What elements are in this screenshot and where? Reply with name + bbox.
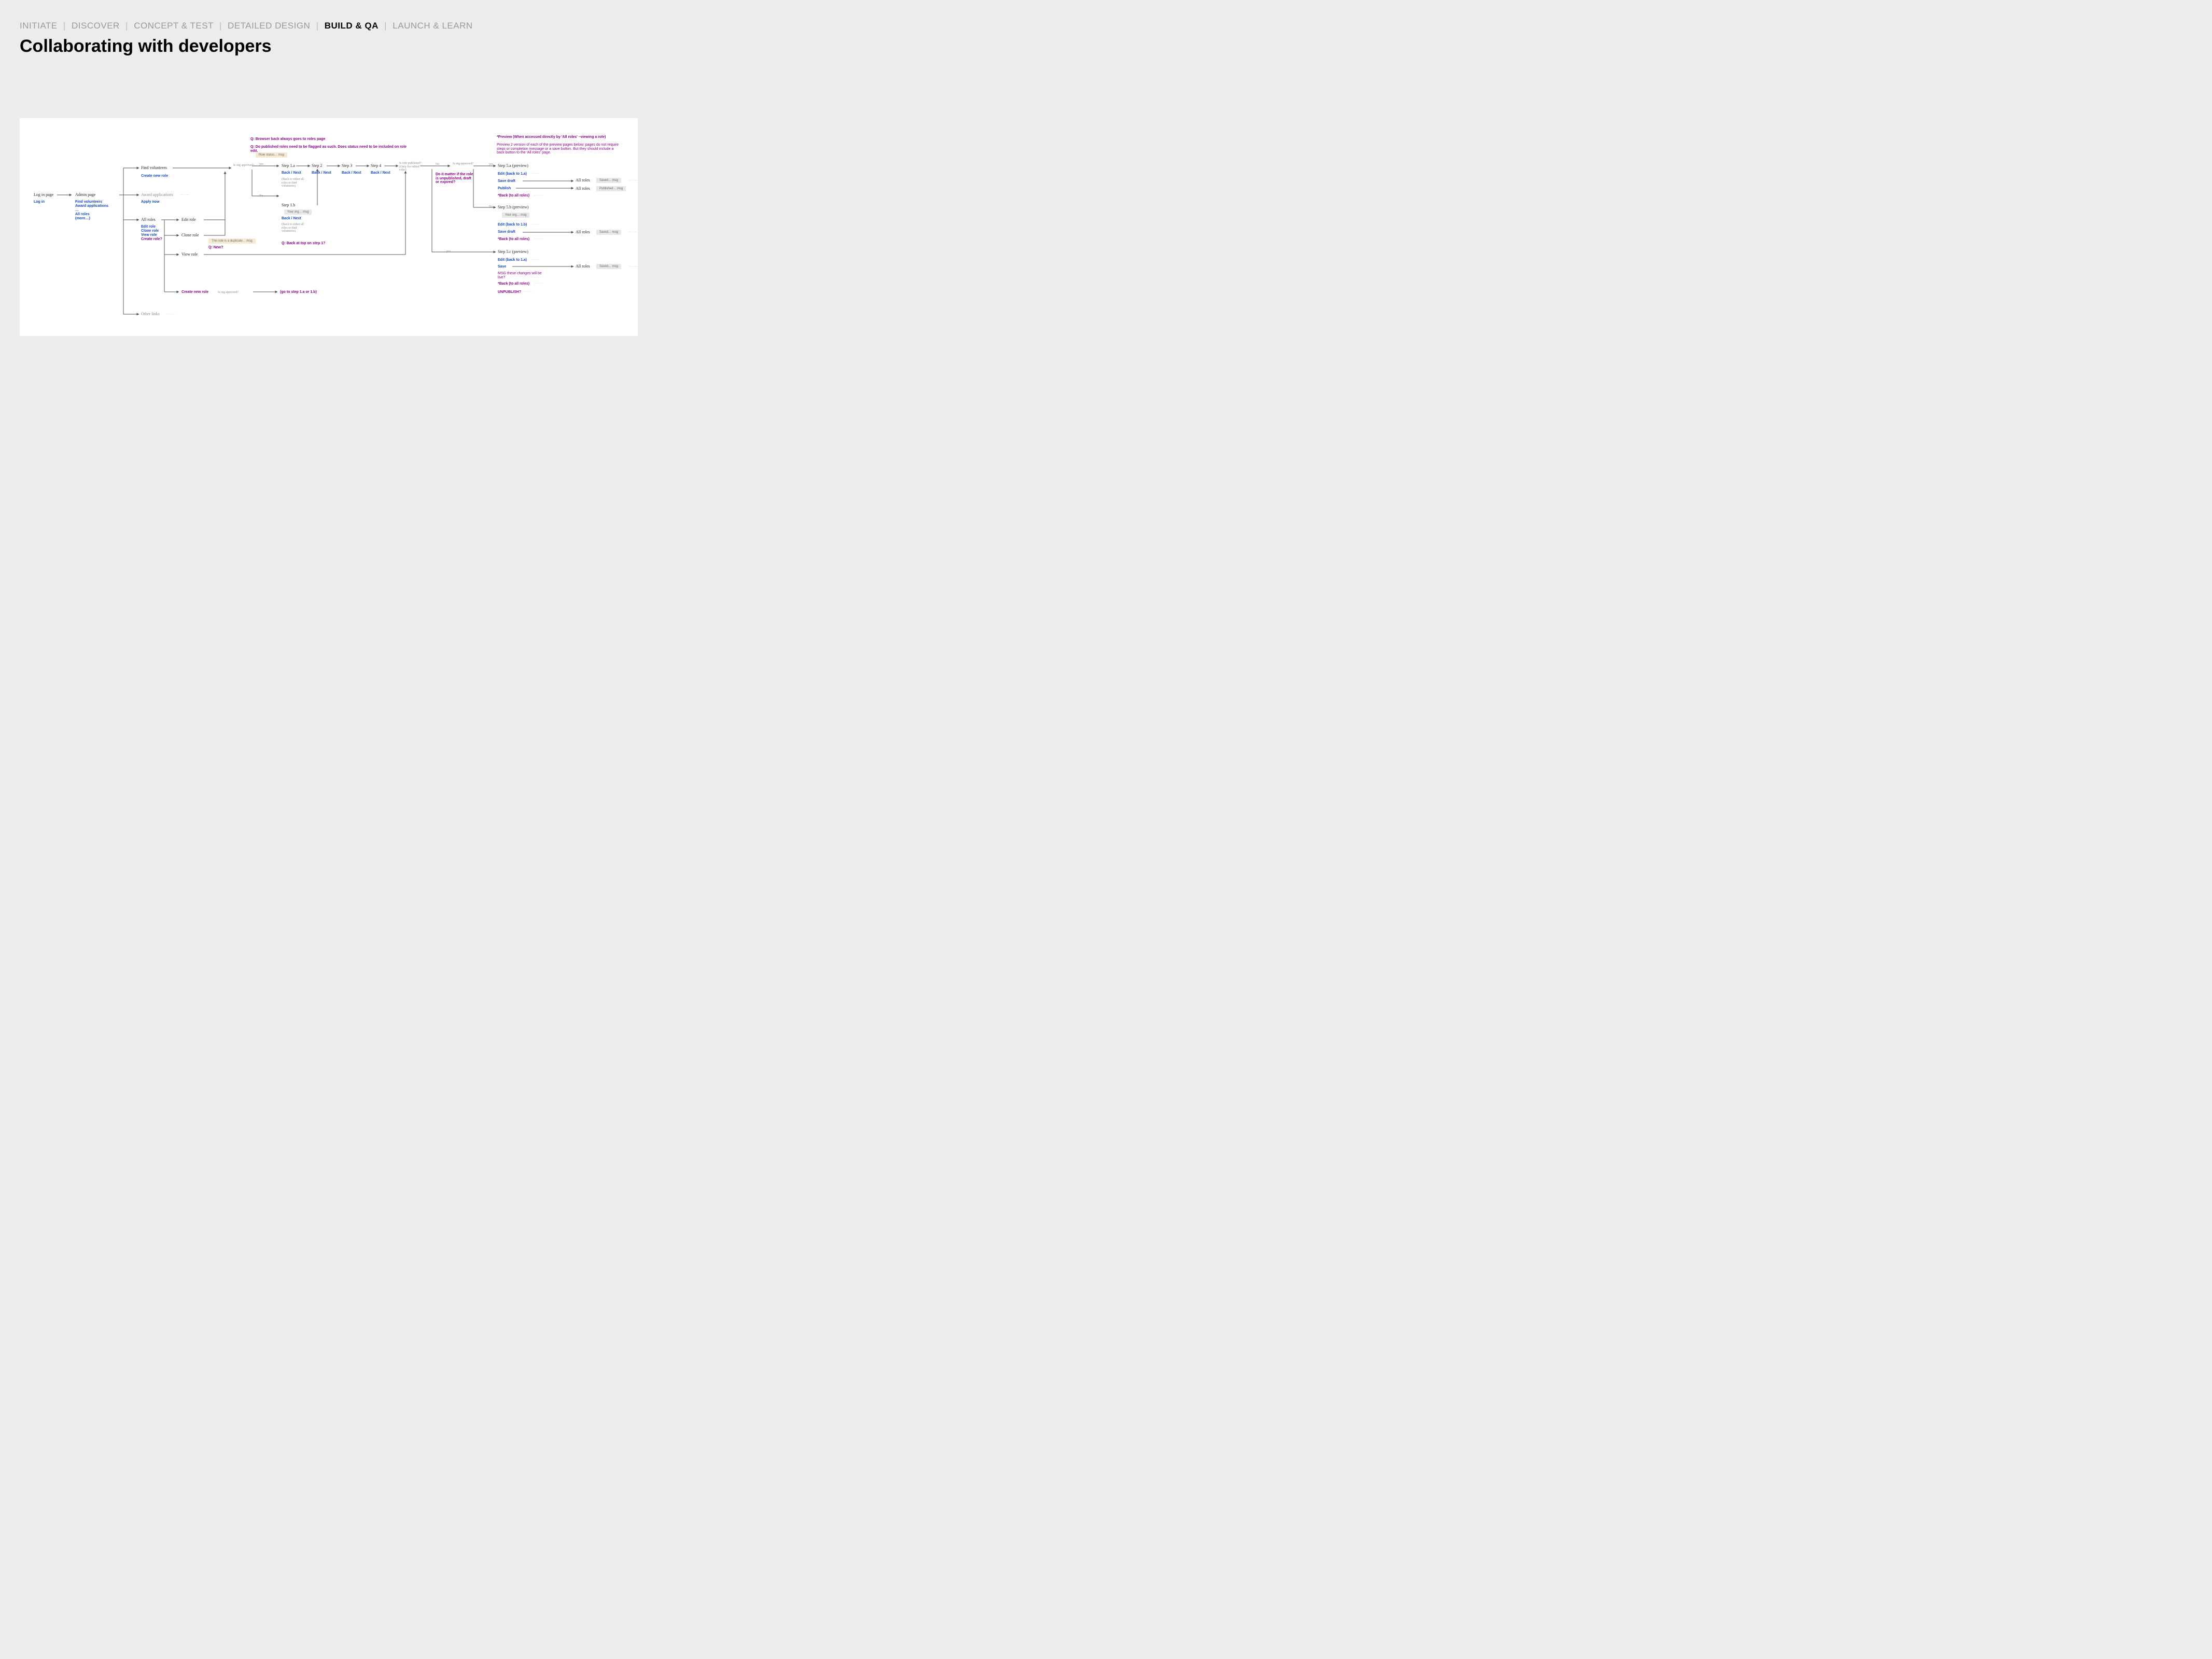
link-edit-1b: Edit (back to 1.b) (498, 223, 527, 227)
node-login-page: Log in page (34, 193, 53, 198)
crumb-build-qa: BUILD & QA (325, 21, 379, 31)
box-published-5a: Published… msg (596, 186, 626, 191)
box-your-org-5b: Your org… msg (502, 213, 529, 218)
link-back-all-5a: *Back (to all roles) (498, 194, 529, 198)
link-login: Log in (34, 200, 45, 204)
label-is-org-approved-2: Is org approved? (218, 291, 239, 294)
node-step-5a: Step 5.a (preview) (498, 164, 528, 168)
link-back-next-3: Back / Next (342, 171, 361, 175)
node-award-applications: Award applications (141, 193, 173, 198)
link-ellipsis: … (75, 208, 79, 213)
note-q-new: Q: New? (208, 246, 223, 250)
node-step-3: Step 3 (342, 164, 352, 168)
note-preview-body: Preview 2 version of each of the preview… (497, 143, 621, 155)
link-back-next-1a: Back / Next (282, 171, 301, 175)
link-apply-now: Apply now (141, 200, 159, 204)
crumb-concept-test: CONCEPT & TEST (134, 21, 213, 31)
node-all-roles: All roles (141, 218, 156, 222)
breadcrumb: INITIATE | DISCOVER | CONCEPT & TEST | D… (20, 21, 473, 31)
note-back-to: (Back to either all roles or find volunt… (282, 178, 310, 188)
link-back-next-1b: Back / Next (282, 217, 301, 221)
label-no-1: No (259, 194, 263, 198)
link-save-5c: Save (498, 265, 506, 269)
node-all-roles-published: All roles (576, 187, 590, 191)
label-yes-2: yes (489, 163, 493, 166)
link-create-new-role: Create new role (141, 174, 168, 178)
decision-org-approved: Is org approved? (233, 164, 255, 167)
note-browser-back: Q: Browser back always goes to roles pag… (250, 137, 406, 142)
node-goto-step: (go to step 1.a or 1.b) (280, 290, 317, 294)
node-step-1a: Step 1.a (282, 164, 295, 168)
note-back-top: Q: Back at top on step 1? (282, 242, 325, 246)
link-view-role: View role (141, 233, 157, 237)
node-step-4: Step 4 (371, 164, 381, 168)
link-edit-1a-5c: Edit (back to 1.a) (498, 258, 527, 262)
note-back-to-2: (Back to either all roles or find volunt… (282, 223, 310, 233)
link-clone-role: Clone role (141, 229, 159, 233)
link-back-next-2: Back / Next (312, 171, 331, 175)
node-edit-role: Edit role (181, 218, 196, 222)
link-back-next-4: Back / Next (371, 171, 390, 175)
link-award-applications: Award applications (75, 204, 108, 208)
crumb-launch-learn: LAUNCH & LEARN (393, 21, 472, 31)
link-create-role-q: Create role? (141, 237, 162, 242)
link-save-draft-5b: Save draft (498, 230, 515, 234)
link-edit-1a: Edit (back to 1.a) (498, 172, 527, 176)
label-yes-3: yes (446, 250, 451, 254)
note-preview-header: *Preview (When accessed directly by 'All… (497, 135, 621, 139)
flow-diagram: Q: Browser back always goes to roles pag… (20, 118, 638, 336)
node-other-links: Other links (141, 312, 160, 317)
decision-role-published: Is role published? (Only for edited role… (399, 162, 425, 172)
link-all-roles: All roles (75, 213, 90, 217)
node-admin-page: Admin page (75, 193, 95, 198)
link-more: (more…) (75, 217, 90, 221)
note-unpublished: Do it matter if the role is unpublished,… (436, 173, 474, 185)
node-step-5b: Step 5.b (preview) (498, 205, 528, 210)
decision-org-approved-2: Is org approved? (453, 162, 474, 166)
page-title: Collaborating with developers (20, 36, 272, 57)
link-find-volunteers: Find volunteers (75, 200, 102, 204)
node-create-new-role: Create new role (181, 290, 208, 294)
box-saved-5a: Saved… msg (596, 178, 621, 183)
link-publish-5a: Publish (498, 187, 511, 191)
label-yes-1: yes (259, 163, 263, 166)
crumb-discover: DISCOVER (72, 21, 120, 31)
box-role-status: Role status… msg (256, 152, 287, 158)
note-msg-live: MSG these changes will be live? (498, 272, 544, 279)
crumb-detailed-design: DETAILED DESIGN (228, 21, 310, 31)
crumb-initiate: INITIATE (20, 21, 58, 31)
node-step-1b: Step 1.b (282, 203, 295, 208)
link-edit-role: Edit role (141, 225, 156, 229)
link-unpublish: UNPUBLISH? (498, 290, 521, 294)
link-save-draft-5a: Save draft (498, 179, 515, 184)
link-back-all-5b: *Back (to all roles) (498, 237, 529, 242)
box-saved-5b: Saved… msg (596, 230, 621, 235)
label-no-2: No (436, 163, 439, 166)
node-clone-role: Clone role (181, 233, 199, 238)
node-step-5c: Step 5.c (preview) (498, 250, 528, 255)
box-your-org-1b: Your org… msg (284, 209, 312, 215)
node-step-2: Step 2 (312, 164, 322, 168)
node-all-roles-saved: All roles (576, 178, 590, 183)
label-no-3: No (489, 205, 493, 209)
node-all-roles-5b: All roles (576, 230, 590, 235)
link-back-all-5c: *Back (to all roles) (498, 282, 529, 286)
box-saved-5c: Saved… msg (596, 264, 621, 269)
node-view-role: View role (181, 252, 198, 257)
box-duplicate: This role is a duplicate… msg (208, 238, 256, 244)
node-all-roles-5c: All roles (576, 264, 590, 269)
node-find-volunteers: Find volunteers (141, 166, 167, 171)
